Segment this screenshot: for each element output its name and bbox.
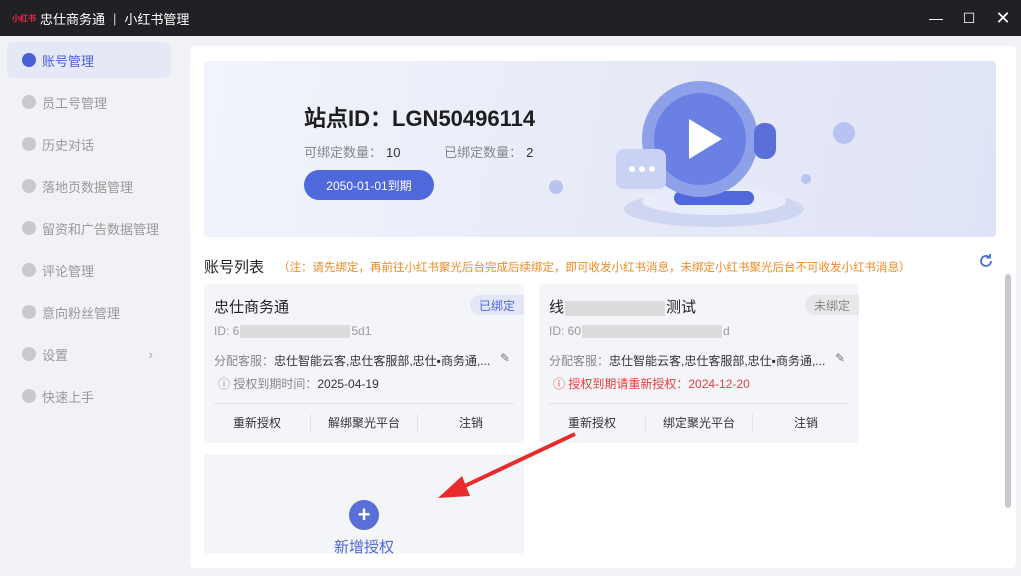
sidebar-item-landing-page[interactable]: 落地页数据管理 xyxy=(7,168,171,204)
divider xyxy=(214,403,514,404)
account-list-title: 账号列表 xyxy=(204,259,265,276)
account-list-note: （注：请先绑定，再前往小红书聚光后台完成后续绑定，即可收发小红书消息，未绑定小红… xyxy=(278,262,911,274)
logout-button[interactable]: 注销 xyxy=(418,414,524,431)
sidebar-item-history[interactable]: 历史对话 xyxy=(7,126,171,162)
app-name: 忠仕商务通 xyxy=(40,11,106,27)
sidebar-item-comments[interactable]: 评论管理 xyxy=(7,252,171,288)
auth-expiry-warning: ⓘ 授权到期请重新授权：2024-12-20 xyxy=(553,377,750,391)
sidebar-item-label: 账号管理 xyxy=(42,53,95,69)
sidebar-item-label: 落地页数据管理 xyxy=(42,179,134,195)
reauthorize-button[interactable]: 重新授权 xyxy=(539,414,646,431)
account-name: 忠仕商务通 xyxy=(214,299,290,316)
plus-icon: + xyxy=(349,500,379,530)
sidebar-item-label: 留资和广告数据管理 xyxy=(42,221,160,237)
user-icon xyxy=(22,53,36,67)
account-card: 忠仕商务通 已绑定 ID: 6 5d1 分配客服：忠仕智能云客,忠仕客服部,忠仕▪… xyxy=(204,284,524,443)
help-icon xyxy=(22,389,36,403)
add-authorization-label: 新增授权 xyxy=(333,539,394,556)
bound-value: 2 xyxy=(526,145,534,160)
redacted-block xyxy=(240,325,351,339)
chevron-right-icon: › xyxy=(148,346,153,362)
scrollbar-thumb[interactable] xyxy=(1005,274,1011,508)
auth-expiry: ⓘ 授权到期时间：2025-04-19 xyxy=(218,377,379,391)
expire-date-button[interactable]: 2050-01-01到期 xyxy=(304,170,434,200)
status-badge: 未绑定 xyxy=(804,295,859,315)
account-id: ID: 60 d xyxy=(549,324,730,339)
landing-page-icon xyxy=(22,179,36,193)
site-id: 站点ID：LGN50496114 xyxy=(304,106,536,131)
banner-illustration xyxy=(549,81,855,227)
bind-counts: 可绑定数量： 10 已绑定数量： 2 xyxy=(304,142,573,161)
reauthorize-button[interactable]: 重新授权 xyxy=(204,414,311,431)
redacted-block xyxy=(565,300,666,316)
sidebar-item-label: 意向粉丝管理 xyxy=(42,305,121,321)
xiaohongshu-logo: 小红书 xyxy=(12,13,36,23)
sidebar-item-label: 历史对话 xyxy=(42,137,95,153)
bound-label: 已绑定数量： xyxy=(444,145,523,160)
account-card: 线测试 未绑定 ID: 60 d 分配客服：忠仕智能云客,忠仕客服部,忠仕▪商务通… xyxy=(539,284,859,443)
sidebar-item-staff[interactable]: 员工号管理 xyxy=(7,84,171,120)
maximize-button[interactable]: ☐ xyxy=(951,0,987,36)
sidebar-item-label: 员工号管理 xyxy=(42,95,108,111)
assigned-service: 分配客服：忠仕智能云客,忠仕客服部,忠仕▪商务通,... xyxy=(549,354,826,368)
account-id: ID: 6 5d1 xyxy=(214,324,372,339)
sidebar-item-label: 设置 xyxy=(42,347,69,363)
title-bar: 小红书 忠仕商务通 | 小红书管理 — ☐ ✕ xyxy=(0,0,1021,36)
assigned-service: 分配客服：忠仕智能云客,忠仕客服部,忠仕▪商务通,... xyxy=(214,354,491,368)
fans-icon xyxy=(22,305,36,319)
sidebar-item-quickstart[interactable]: 快速上手 xyxy=(7,378,171,414)
edit-icon[interactable]: ✎ xyxy=(500,351,510,365)
sidebar-item-label: 评论管理 xyxy=(42,263,95,279)
staff-icon xyxy=(22,95,36,109)
history-icon xyxy=(22,137,36,151)
add-authorization-card[interactable]: + 新增授权 xyxy=(204,454,524,556)
comment-icon xyxy=(22,263,36,277)
bindable-label: 可绑定数量： xyxy=(304,145,383,160)
minimize-button[interactable]: — xyxy=(918,0,954,36)
logout-button[interactable]: 注销 xyxy=(753,414,859,431)
sidebar-item-ad-data[interactable]: 留资和广告数据管理 xyxy=(7,210,171,246)
card-actions: 重新授权 绑定聚光平台 注销 xyxy=(539,414,859,431)
sidebar-item-label: 快速上手 xyxy=(42,389,95,405)
main-content: 站点ID：LGN50496114 可绑定数量： 10 已绑定数量： 2 2050-0… xyxy=(190,46,1016,568)
bind-platform-button[interactable]: 绑定聚光平台 xyxy=(646,414,753,431)
status-badge: 已绑定 xyxy=(469,295,524,315)
sidebar: 账号管理 员工号管理 历史对话 落地页数据管理 留资和广告数据管理 评论管理 意… xyxy=(0,36,180,576)
sidebar-item-account[interactable]: 账号管理 xyxy=(7,42,171,78)
redacted-block xyxy=(582,325,723,339)
title-separator: | xyxy=(113,10,117,26)
divider xyxy=(549,403,849,404)
ad-data-icon xyxy=(22,221,36,235)
gear-icon xyxy=(22,347,36,361)
edit-icon[interactable]: ✎ xyxy=(835,351,845,365)
account-name: 线测试 xyxy=(549,299,697,316)
sidebar-item-settings[interactable]: 设置 › xyxy=(7,336,171,372)
refresh-icon[interactable] xyxy=(976,252,996,272)
sidebar-item-fans[interactable]: 意向粉丝管理 xyxy=(7,294,171,330)
unbind-platform-button[interactable]: 解绑聚光平台 xyxy=(311,414,418,431)
close-button[interactable]: ✕ xyxy=(985,0,1021,36)
module-name: 小红书管理 xyxy=(124,11,190,27)
site-banner: 站点ID：LGN50496114 可绑定数量： 10 已绑定数量： 2 2050-0… xyxy=(204,61,996,237)
bindable-value: 10 xyxy=(386,145,401,160)
card-actions: 重新授权 解绑聚光平台 注销 xyxy=(204,414,524,431)
